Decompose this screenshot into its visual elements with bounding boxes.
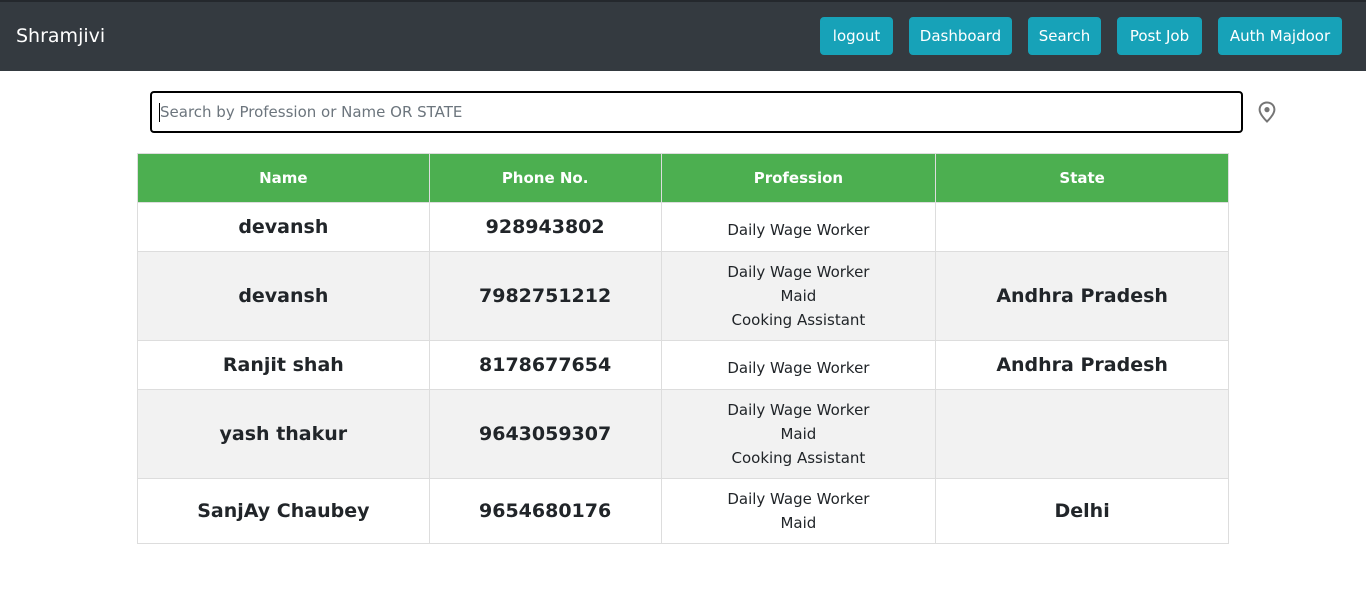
cell-profession: Daily Wage Worker [660,340,937,390]
search-box [150,91,1243,133]
profession-item: Daily Wage Worker [727,401,870,419]
cell-profession: Daily Wage Worker Maid [660,478,937,544]
cell-phone: 7982751212 [428,251,662,341]
cell-profession: Daily Wage Worker Maid Cooking Assistant [660,389,937,479]
header-phone: Phone No. [428,153,662,203]
profession-item: Maid [780,425,817,443]
cell-profession: Daily Wage Worker Maid Cooking Assistant [660,251,937,341]
navbar: Shramjivi logout Dashboard Search Post J… [0,0,1366,71]
cell-profession: Daily Wage Worker [660,202,937,252]
table-row: devansh 7982751212 Daily Wage Worker Mai… [137,251,1229,341]
profession-item: Cooking Assistant [731,311,866,329]
cell-name: devansh [137,202,430,252]
table-row: devansh 928943802 Daily Wage Worker [137,202,1229,252]
dashboard-button[interactable]: Dashboard [909,17,1012,55]
cell-phone: 9643059307 [428,389,662,479]
table-row: yash thakur 9643059307 Daily Wage Worker… [137,389,1229,479]
header-state: State [935,153,1229,203]
post-job-button[interactable]: Post Job [1117,17,1202,55]
cell-name: SanjAy Chaubey [137,478,430,544]
cell-phone: 9654680176 [428,478,662,544]
profession-item: Daily Wage Worker [727,490,870,508]
profession-item: Daily Wage Worker [727,263,870,281]
profession-item: Daily Wage Worker [727,359,870,377]
profession-item: Maid [780,287,817,305]
logout-button[interactable]: logout [820,17,893,55]
cell-phone: 8178677654 [428,340,662,390]
header-profession: Profession [660,153,937,203]
search-input[interactable] [152,93,1241,131]
cell-state: Delhi [935,478,1229,544]
table-row: Ranjit shah 8178677654 Daily Wage Worker… [137,340,1229,390]
cell-state [935,202,1229,252]
text-caret [159,103,160,122]
brand-logo[interactable]: Shramjivi [16,24,105,48]
cell-phone: 928943802 [428,202,662,252]
cell-name: yash thakur [137,389,430,479]
table-header-row: Name Phone No. Profession State [137,153,1229,203]
header-name: Name [137,153,430,203]
profession-item: Cooking Assistant [731,449,866,467]
profession-item: Daily Wage Worker [727,221,870,239]
cell-state: Andhra Pradesh [935,251,1229,341]
profession-item: Maid [780,514,817,532]
map-pin-icon[interactable] [1257,101,1277,123]
cell-name: Ranjit shah [137,340,430,390]
cell-name: devansh [137,251,430,341]
auth-majdoor-button[interactable]: Auth Majdoor [1218,17,1342,55]
table-row: SanjAy Chaubey 9654680176 Daily Wage Wor… [137,478,1229,544]
workers-table: Name Phone No. Profession State devansh … [137,153,1229,544]
search-button[interactable]: Search [1028,17,1101,55]
cell-state: Andhra Pradesh [935,340,1229,390]
cell-state [935,389,1229,479]
